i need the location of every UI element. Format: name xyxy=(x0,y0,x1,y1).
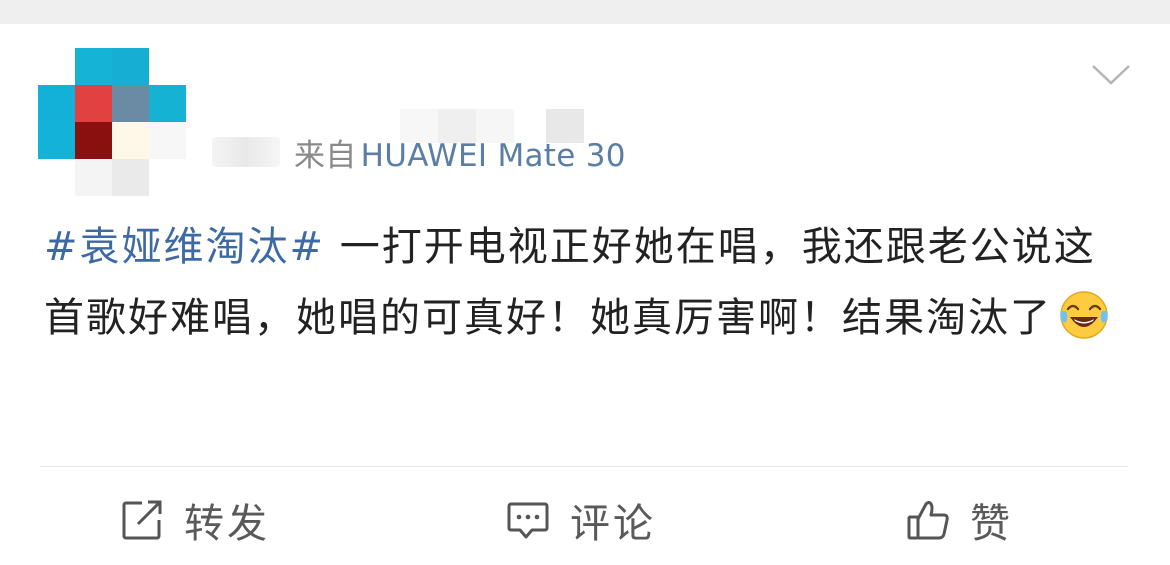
source-prefix: 来自 xyxy=(294,137,357,174)
comment-label: 评论 xyxy=(570,501,656,547)
post-meta: 来自 HUAWEI Mate 30 xyxy=(212,130,626,175)
avatar-pixel xyxy=(75,85,112,122)
avatar-pixel xyxy=(112,159,149,196)
post-source: 来自 HUAWEI Mate 30 xyxy=(294,130,626,175)
avatar-pixel xyxy=(75,122,112,159)
avatar-pixel xyxy=(112,85,149,122)
hashtag-link[interactable]: #袁娅维淘汰# xyxy=(44,224,325,270)
avatar-pixel xyxy=(149,85,186,122)
divider xyxy=(40,466,1128,467)
repost-label: 转发 xyxy=(184,501,270,547)
avatar-pixel xyxy=(112,122,149,159)
timestamp-blurred xyxy=(212,137,280,167)
comment-icon xyxy=(507,502,549,539)
avatar-pixel xyxy=(38,122,75,159)
avatar-pixel xyxy=(112,48,149,85)
like-button[interactable]: 赞 xyxy=(906,492,1013,548)
repost-button[interactable]: 转发 xyxy=(120,492,270,548)
avatar-pixel xyxy=(38,85,75,122)
top-bar xyxy=(0,0,1170,24)
avatar-pixel xyxy=(149,122,186,159)
thumbs-up-icon xyxy=(907,501,949,540)
source-device: HUAWEI Mate 30 xyxy=(360,137,626,174)
avatar-pixel xyxy=(75,48,112,85)
comment-button[interactable]: 评论 xyxy=(506,492,656,548)
laugh-cry-emoji-icon xyxy=(1060,291,1108,339)
chevron-down-icon[interactable] xyxy=(1090,62,1132,88)
avatar[interactable] xyxy=(38,48,186,196)
username-blurred[interactable] xyxy=(400,85,590,143)
avatar-pixel xyxy=(75,159,112,196)
post-text: #袁娅维淘汰# 一打开电视正好她在唱，我还跟老公说这首歌好难唱，她唱的可真好！她… xyxy=(44,212,1134,354)
like-label: 赞 xyxy=(970,501,1013,547)
share-icon xyxy=(122,500,162,540)
